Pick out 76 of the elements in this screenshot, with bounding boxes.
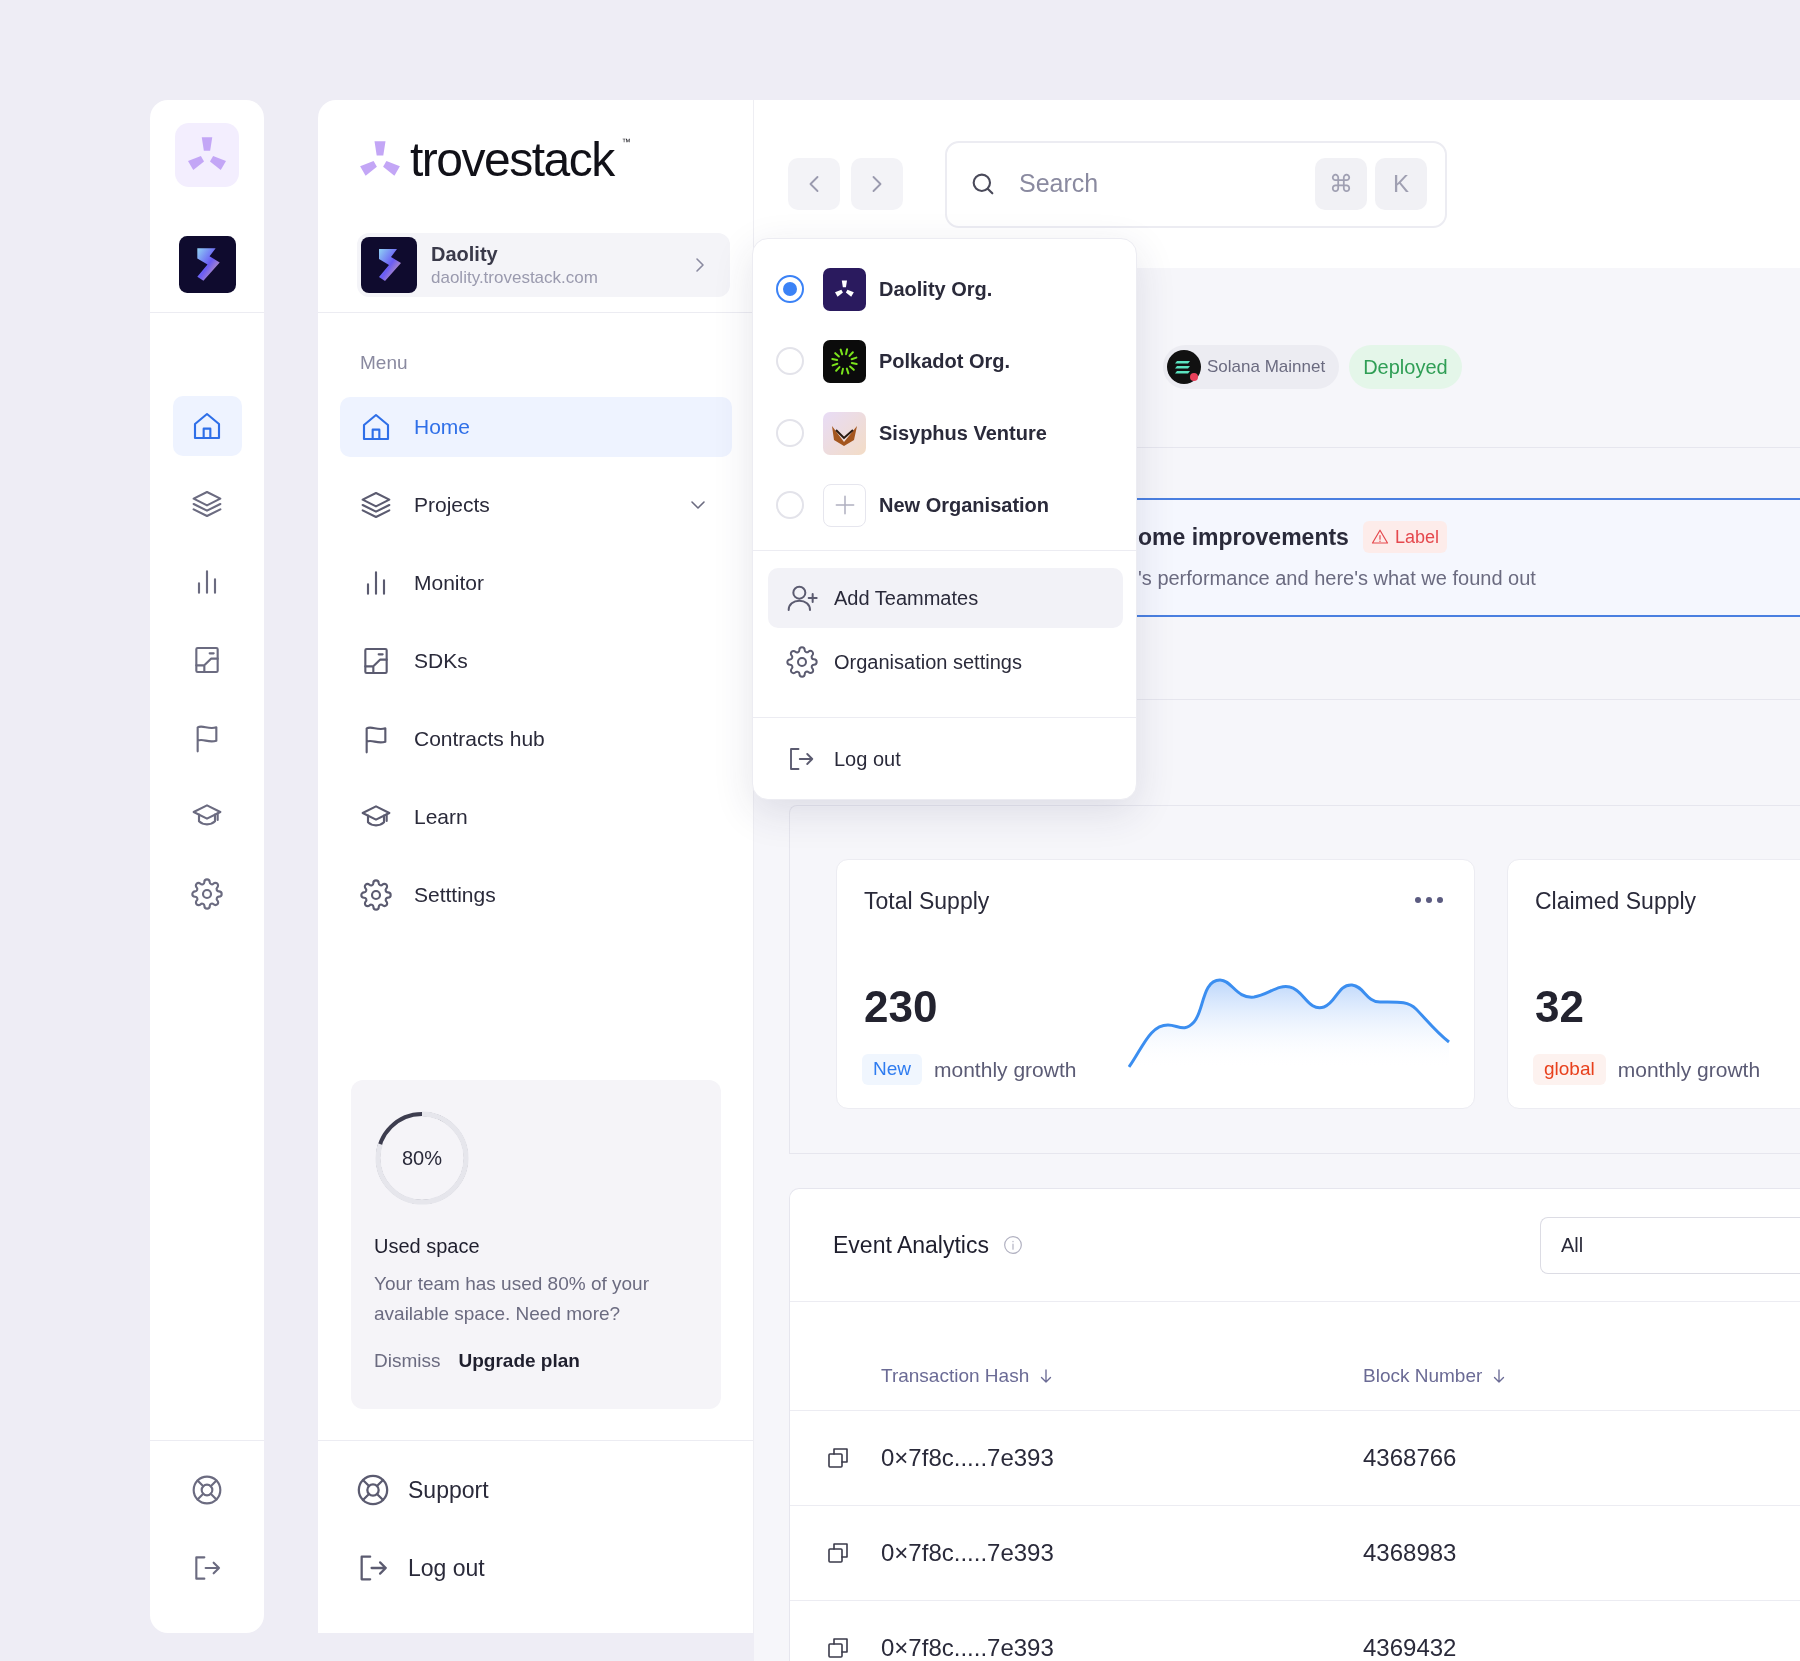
logout-button[interactable]: Log out [340, 1538, 732, 1598]
network-logo-icon [1167, 350, 1201, 384]
home-icon [191, 410, 223, 442]
stat-tag: New [862, 1053, 922, 1085]
org-logo-icon [823, 339, 866, 383]
column-header[interactable]: Transaction Hash [881, 1361, 1363, 1390]
menu-item[interactable]: Projects [340, 475, 732, 535]
network-badge: Solana Mainnet [1163, 345, 1340, 389]
org-avatar-icon [178, 236, 236, 293]
trademark-sign: ™ [621, 136, 631, 149]
usage-title: Used space [374, 1234, 480, 1259]
copy-icon [826, 1541, 850, 1565]
stat-value: 230 [864, 984, 938, 1029]
stat-tag: global [1533, 1053, 1606, 1085]
layers-icon [191, 488, 223, 520]
support-button[interactable]: Support [340, 1460, 732, 1520]
menu-action[interactable]: Add Teammates [768, 568, 1123, 628]
table-cell-text: 4368766 [1363, 1443, 1457, 1473]
organization-option[interactable]: Polkadot Org. [753, 325, 1136, 397]
menu-heading: Menu [360, 351, 408, 375]
menu-action[interactable]: Organisation settings [768, 632, 1123, 692]
stat-caption: monthly growth [934, 1056, 1077, 1083]
shortcut-key: K [1375, 158, 1427, 210]
layers-icon [360, 489, 392, 521]
table-cell-text: 0×7f8c.....7e393 [881, 1443, 1055, 1473]
warning-tag: Label [1362, 521, 1447, 554]
alert-text: 's performance and here's what we found out [1138, 565, 1536, 591]
organization-option[interactable]: Sisyphus Venture [753, 397, 1136, 469]
menu-item[interactable]: SDKs [340, 631, 732, 691]
search-input[interactable]: Search [1019, 165, 1315, 203]
org-logo-icon [823, 411, 866, 455]
organization-option[interactable]: New Organisation [753, 469, 1136, 541]
warning-icon [1370, 528, 1389, 547]
panel-title: Event Analytics [833, 1230, 989, 1260]
organization-domain: daolity.trovestack.com [431, 267, 599, 289]
alert-title: ome improvements [1138, 523, 1349, 552]
lifebuoy-icon [356, 1473, 390, 1507]
stat-title: Total Supply [864, 887, 990, 916]
home-icon [360, 411, 392, 443]
stat-value: 32 [1535, 984, 1584, 1029]
more-options-icon [1414, 896, 1444, 904]
settings-icon [786, 646, 818, 678]
logout-button[interactable]: Log out [768, 729, 1123, 789]
upgrade-plan-button[interactable]: Upgrade plan [458, 1347, 580, 1376]
table-cell-text: 4369432 [1363, 1633, 1457, 1661]
stat-title: Claimed Supply [1535, 887, 1697, 916]
usage-percent: 80% [402, 1146, 442, 1171]
brand-name: trovestack [410, 136, 614, 184]
org-logo-icon [823, 267, 866, 311]
copy-icon [826, 1636, 850, 1660]
info-icon [1002, 1235, 1023, 1255]
table-cell-text: 0×7f8c.....7e393 [881, 1633, 1055, 1661]
menu-item[interactable]: Setttings [340, 865, 732, 925]
menu-item[interactable]: Monitor [340, 553, 732, 613]
nav-button[interactable] [172, 396, 242, 456]
lifebuoy-icon [191, 1474, 223, 1506]
column-header[interactable]: Block Number [1363, 1361, 1509, 1390]
menu-item[interactable]: Learn [340, 787, 732, 847]
menu-item[interactable]: Contracts hub [340, 709, 732, 769]
stat-caption: monthly growth [1617, 1056, 1761, 1083]
organization-switcher[interactable]: Daolity daolity.trovestack.com [357, 233, 730, 297]
organization-option[interactable]: Daolity Org. [753, 253, 1136, 325]
filter-dropdown[interactable]: All [1540, 1216, 1800, 1274]
status-badge: Deployed [1349, 345, 1462, 389]
menu-item[interactable]: Home [340, 397, 732, 457]
radio-button[interactable] [776, 275, 804, 303]
organization-name: Daolity [431, 242, 499, 267]
table-cell-text: 4368983 [1363, 1538, 1457, 1568]
dismiss-button[interactable]: Dismiss [374, 1347, 441, 1376]
settings-icon [360, 879, 392, 911]
table-cell-text: 0×7f8c.....7e393 [881, 1538, 1055, 1568]
org-avatar-icon [361, 237, 417, 293]
shortcut-key: ⌘ [1315, 158, 1367, 210]
usage-text: Your team has used 80% of your available space. Need more? [374, 1272, 650, 1326]
settings-icon [191, 878, 223, 910]
copy-icon [826, 1446, 850, 1470]
